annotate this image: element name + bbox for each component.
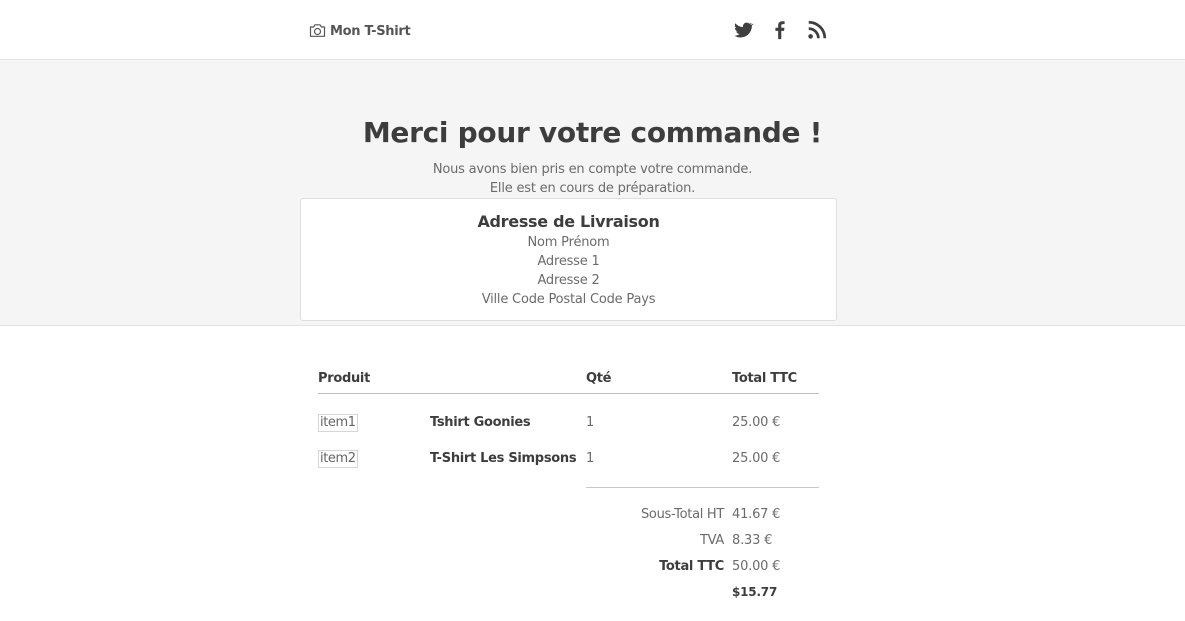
column-header-qty: Qté: [586, 371, 612, 386]
summary-divider: [586, 487, 819, 488]
table-row: item2 T-Shirt Les Simpsons 1 25.00 €: [318, 450, 819, 470]
tax-row: TVA 8.33 €: [318, 533, 819, 551]
product-image: item2: [318, 450, 358, 468]
camera-icon: [309, 23, 326, 37]
extra-total-value: $15.77: [732, 585, 778, 599]
total-label: Total TTC: [659, 559, 724, 574]
address-line2: Adresse 2: [537, 273, 600, 288]
social-links: [732, 19, 828, 41]
total-row: Total TTC 50.00 €: [318, 559, 819, 577]
address-line1: Adresse 1: [537, 254, 600, 269]
brand-name: Mon T-Shirt: [330, 24, 411, 39]
header-divider: [318, 393, 819, 394]
tax-label: TVA: [700, 533, 724, 548]
subtotal-label: Sous-Total HT: [640, 507, 724, 522]
column-header-total: Total TTC: [732, 371, 797, 386]
confirmation-section: Merci pour votre commande ! Nous avons b…: [0, 61, 1185, 326]
product-qty: 1: [586, 415, 595, 430]
tax-value: 8.33 €: [732, 533, 773, 548]
facebook-link[interactable]: [769, 19, 791, 41]
product-qty: 1: [586, 451, 595, 466]
product-name: Tshirt Goonies: [430, 415, 531, 430]
column-header-product: Produit: [318, 371, 371, 386]
product-image: item1: [318, 414, 358, 432]
twitter-link[interactable]: [732, 19, 754, 41]
rss-link[interactable]: [806, 19, 828, 41]
product-total: 25.00 €: [732, 451, 781, 466]
twitter-icon: [734, 22, 754, 38]
address-name: Nom Prénom: [527, 235, 610, 250]
page-title: Merci pour votre commande !: [362, 116, 823, 149]
total-value: 50.00 €: [732, 559, 781, 574]
address-city-line: Ville Code Postal Code Pays: [481, 292, 656, 307]
confirmation-message-line2: Elle est en cours de préparation.: [489, 181, 696, 196]
facebook-icon: [775, 21, 785, 40]
delivery-address-card: Adresse de Livraison Nom Prénom Adresse …: [300, 198, 837, 321]
top-navbar: Mon T-Shirt: [0, 0, 1185, 60]
extra-total-row: $15.77: [318, 585, 819, 603]
product-total: 25.00 €: [732, 415, 781, 430]
table-row: item1 Tshirt Goonies 1 25.00 €: [318, 414, 819, 434]
subtotal-value: 41.67 €: [732, 507, 781, 522]
rss-icon: [808, 20, 827, 39]
subtotal-row: Sous-Total HT 41.67 €: [318, 507, 819, 525]
brand-link[interactable]: Mon T-Shirt: [309, 21, 411, 39]
product-name: T-Shirt Les Simpsons: [430, 451, 577, 466]
delivery-address-title: Adresse de Livraison: [477, 212, 660, 231]
confirmation-message-line1: Nous avons bien pris en compte votre com…: [432, 162, 753, 177]
